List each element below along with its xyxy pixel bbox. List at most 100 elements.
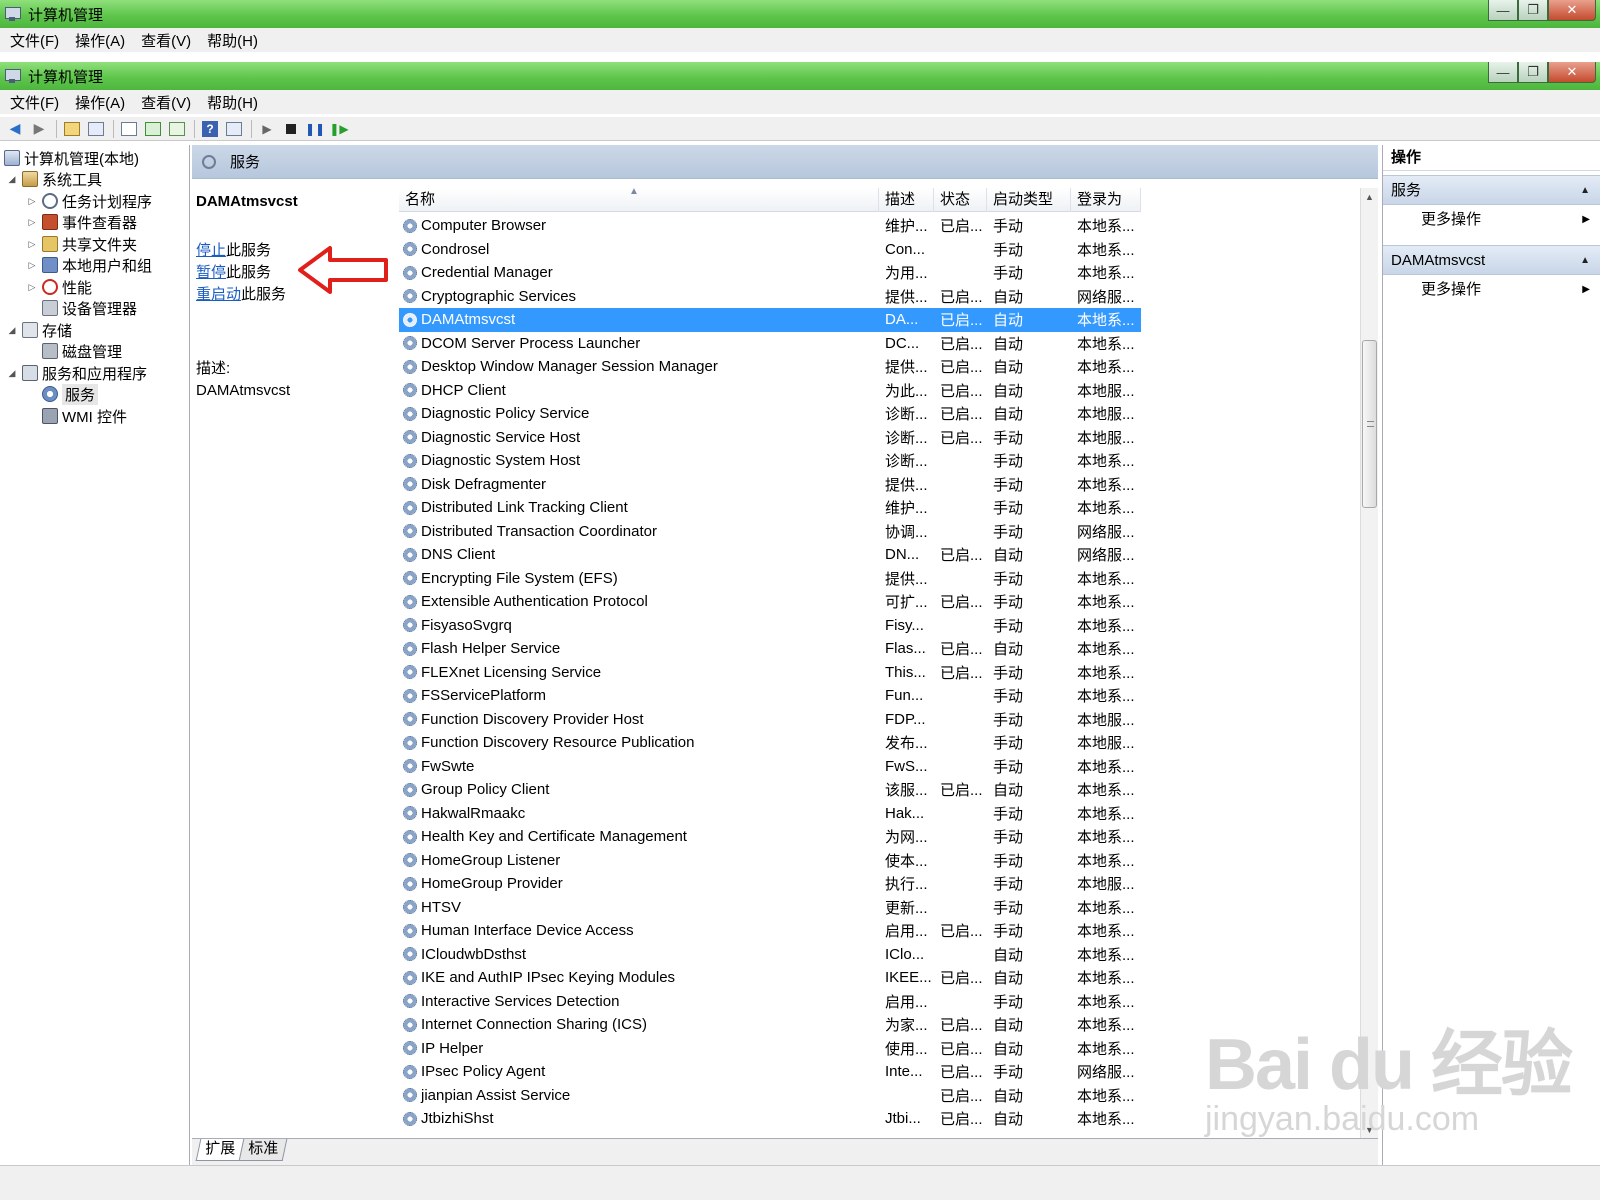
table-row[interactable]: FSServicePlatform Fun... 手动 本地系...: [399, 684, 1141, 708]
table-row[interactable]: HomeGroup Provider 执行... 手动 本地服...: [399, 872, 1141, 896]
scroll-thumb[interactable]: [1362, 340, 1377, 508]
bg-menu-action[interactable]: 操作(A): [75, 30, 125, 51]
more-actions-services[interactable]: 更多操作 ▶: [1383, 205, 1600, 235]
table-row[interactable]: DHCP Client 为此... 已启... 自动 本地服...: [399, 379, 1141, 403]
start-service-icon[interactable]: ▶: [256, 119, 278, 139]
table-row[interactable]: IKE and AuthIP IPsec Keying Modules IKEE.…: [399, 966, 1141, 990]
tree-item-wmi[interactable]: WMI 控件: [42, 405, 127, 427]
tab-standard[interactable]: 标准: [238, 1139, 288, 1161]
collapse-caret-icon[interactable]: ▲: [1580, 176, 1590, 206]
menu-view[interactable]: 查看(V): [141, 92, 191, 113]
collapsed-arrow-icon[interactable]: ▷: [26, 196, 38, 207]
tree-item-task-scheduler[interactable]: ▷ 任务计划程序: [26, 190, 152, 212]
table-row[interactable]: Diagnostic Policy Service 诊断... 已启... 自动 本地服…: [399, 402, 1141, 426]
up-folder-icon[interactable]: [61, 119, 83, 139]
actions-section-services[interactable]: 服务 ▲: [1383, 175, 1600, 205]
column-header-description[interactable]: 描述: [879, 188, 934, 212]
help-icon[interactable]: ?: [199, 119, 221, 139]
resume-service-icon[interactable]: ❚▶: [328, 119, 350, 139]
expanded-arrow-icon[interactable]: ◢: [6, 325, 18, 336]
table-row[interactable]: IP Helper 使用... 已启... 自动 本地系...: [399, 1037, 1141, 1061]
background-close-button[interactable]: ✕: [1548, 0, 1596, 21]
table-row[interactable]: Extensible Authentication Protocol 可扩... 已…: [399, 590, 1141, 614]
scroll-up-arrow-icon[interactable]: ▲: [1361, 188, 1378, 205]
table-row[interactable]: DCOM Server Process Launcher DC... 已启... 自动…: [399, 332, 1141, 356]
table-row[interactable]: Disk Defragmenter 提供... 手动 本地系...: [399, 473, 1141, 497]
table-row[interactable]: DAMAtmsvcst DA... 已启... 自动 本地系...: [399, 308, 1141, 332]
table-row[interactable]: Interactive Services Detection 启用... 手动 本地系…: [399, 990, 1141, 1014]
expanded-arrow-icon[interactable]: ◢: [6, 368, 18, 379]
table-row[interactable]: IPsec Policy Agent Inte... 已启... 手动 网络服...: [399, 1060, 1141, 1084]
table-row[interactable]: Flash Helper Service Flas... 已启... 自动 本地系...: [399, 637, 1141, 661]
table-row[interactable]: Credential Manager 为用... 手动 本地系...: [399, 261, 1141, 285]
tree-item-services-apps[interactable]: ◢ 服务和应用程序: [6, 362, 147, 384]
collapsed-arrow-icon[interactable]: ▷: [26, 282, 38, 293]
tree-item-root[interactable]: 计算机管理(本地): [4, 147, 139, 169]
column-header-startup-type[interactable]: 启动类型: [987, 188, 1071, 212]
menu-file[interactable]: 文件(F): [10, 92, 59, 113]
table-row[interactable]: Condrosel Con... 手动 本地系...: [399, 238, 1141, 262]
table-row[interactable]: JtbizhiShst Jtbi... 已启... 自动 本地系...: [399, 1107, 1141, 1131]
collapse-caret-icon[interactable]: ▲: [1580, 246, 1590, 276]
table-row[interactable]: Function Discovery Provider Host FDP... 手动…: [399, 708, 1141, 732]
table-row[interactable]: Distributed Link Tracking Client 维护... 手动 本…: [399, 496, 1141, 520]
column-header-status[interactable]: 状态: [934, 188, 987, 212]
expanded-arrow-icon[interactable]: ◢: [6, 174, 18, 185]
column-header-logon-as[interactable]: 登录为: [1071, 188, 1141, 212]
background-maximize-button[interactable]: ❐: [1518, 0, 1548, 21]
tree-item-performance[interactable]: ▷ 性能: [26, 276, 92, 298]
table-row[interactable]: HakwalRmaakc Hak... 手动 本地系...: [399, 802, 1141, 826]
tree-item-event-viewer[interactable]: ▷ 事件查看器: [26, 211, 137, 233]
table-row[interactable]: Human Interface Device Access 启用... 已启... 手…: [399, 919, 1141, 943]
table-row[interactable]: Diagnostic System Host 诊断... 手动 本地系...: [399, 449, 1141, 473]
bg-menu-view[interactable]: 查看(V): [141, 30, 191, 51]
table-row[interactable]: Internet Connection Sharing (ICS) 为家... 已启…: [399, 1013, 1141, 1037]
table-row[interactable]: Distributed Transaction Coordinator 协调...…: [399, 520, 1141, 544]
minimize-button[interactable]: —: [1488, 62, 1518, 83]
refresh-icon[interactable]: [142, 119, 164, 139]
stop-service-link[interactable]: 停止: [196, 242, 226, 259]
console-icon[interactable]: [223, 119, 245, 139]
forward-icon[interactable]: ▶: [28, 119, 50, 139]
table-row[interactable]: Computer Browser 维护... 已启... 手动 本地系...: [399, 214, 1141, 238]
table-row[interactable]: ICloudwbDsthst IClo... 自动 本地系...: [399, 943, 1141, 967]
menu-help[interactable]: 帮助(H): [207, 92, 258, 113]
table-row[interactable]: jianpian Assist Service 已启... 自动 本地系...: [399, 1084, 1141, 1108]
more-actions-selected-service[interactable]: 更多操作 ▶: [1383, 275, 1600, 305]
tree-item-storage[interactable]: ◢ 存储: [6, 319, 72, 341]
maximize-button[interactable]: ❐: [1518, 62, 1548, 83]
table-row[interactable]: HomeGroup Listener 使本... 手动 本地系...: [399, 849, 1141, 873]
vertical-scrollbar[interactable]: ▲ ▼: [1360, 188, 1378, 1138]
column-header-name[interactable]: ▲ 名称: [399, 188, 879, 212]
collapsed-arrow-icon[interactable]: ▷: [26, 217, 38, 228]
table-row[interactable]: Encrypting File System (EFS) 提供... 手动 本地系..…: [399, 567, 1141, 591]
pause-service-icon[interactable]: ❚❚: [304, 119, 326, 139]
bg-menu-file[interactable]: 文件(F): [10, 30, 59, 51]
tree-item-services[interactable]: 服务: [42, 383, 99, 405]
tree-item-shared-folders[interactable]: ▷ 共享文件夹: [26, 233, 137, 255]
table-row[interactable]: Desktop Window Manager Session Manager 提供…: [399, 355, 1141, 379]
tree-item-disk-management[interactable]: 磁盘管理: [42, 340, 122, 362]
table-row[interactable]: Cryptographic Services 提供... 已启... 自动 网络服...: [399, 285, 1141, 309]
table-row[interactable]: HTSV 更新... 手动 本地系...: [399, 896, 1141, 920]
table-row[interactable]: FisyasoSvgrq Fisy... 手动 本地系...: [399, 614, 1141, 638]
stop-service-icon[interactable]: [280, 119, 302, 139]
collapsed-arrow-icon[interactable]: ▷: [26, 239, 38, 250]
background-minimize-button[interactable]: —: [1488, 0, 1518, 21]
scroll-down-arrow-icon[interactable]: ▼: [1361, 1121, 1378, 1138]
table-row[interactable]: Health Key and Certificate Management 为网.…: [399, 825, 1141, 849]
table-row[interactable]: DNS Client DN... 已启... 自动 网络服...: [399, 543, 1141, 567]
restart-service-link[interactable]: 重启动: [196, 286, 241, 303]
table-row[interactable]: Group Policy Client 该服... 已启... 自动 本地系...: [399, 778, 1141, 802]
tree-item-local-users[interactable]: ▷ 本地用户和组: [26, 254, 152, 276]
export-icon[interactable]: [166, 119, 188, 139]
tree-item-system-tools[interactable]: ◢ 系统工具: [6, 168, 102, 190]
table-row[interactable]: Diagnostic Service Host 诊断... 已启... 手动 本地服..…: [399, 426, 1141, 450]
actions-section-selected-service[interactable]: DAMAtmsvcst ▲: [1383, 245, 1600, 275]
tree-item-device-manager[interactable]: 设备管理器: [42, 297, 137, 319]
table-row[interactable]: Function Discovery Resource Publication 发…: [399, 731, 1141, 755]
table-row[interactable]: FLEXnet Licensing Service This... 已启... 手动 本…: [399, 661, 1141, 685]
properties-icon[interactable]: [118, 119, 140, 139]
collapsed-arrow-icon[interactable]: ▷: [26, 260, 38, 271]
bg-menu-help[interactable]: 帮助(H): [207, 30, 258, 51]
